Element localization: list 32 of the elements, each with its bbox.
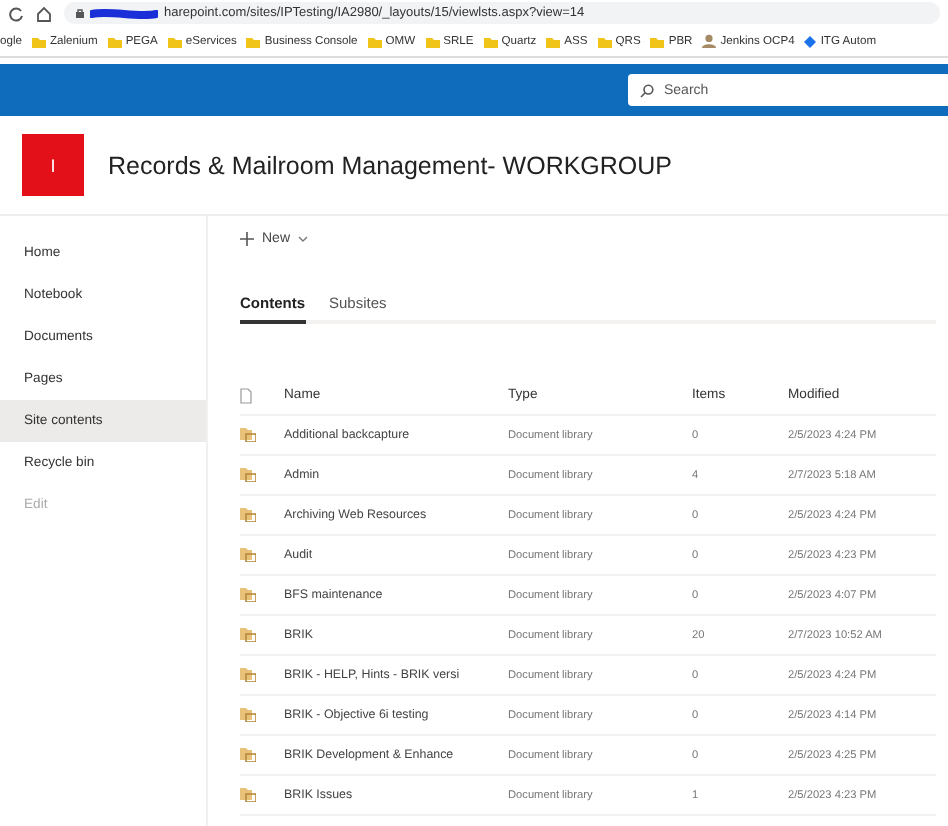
folder-icon xyxy=(546,35,561,47)
caret-icon xyxy=(298,236,309,242)
library-icon xyxy=(240,628,256,642)
library-icon xyxy=(240,748,256,762)
library-icon xyxy=(240,548,256,562)
redaction-scribble xyxy=(90,7,158,19)
library-icon xyxy=(240,788,256,802)
diamond-icon xyxy=(804,35,817,47)
home-icon[interactable] xyxy=(36,5,52,21)
refresh-icon[interactable] xyxy=(8,5,24,21)
folder-icon xyxy=(425,35,440,47)
search-icon xyxy=(640,83,654,97)
folder-icon xyxy=(167,35,182,47)
lock-icon xyxy=(76,8,84,18)
site-title: Records & Mailroom Management- WORKGROUP xyxy=(108,151,673,179)
library-icon xyxy=(240,588,256,602)
folder-icon xyxy=(650,35,665,47)
library-icon xyxy=(240,508,256,522)
library-icon xyxy=(240,668,256,682)
person-icon xyxy=(702,34,717,48)
file-icon xyxy=(240,387,252,403)
site-logo[interactable]: I xyxy=(22,134,84,196)
library-icon xyxy=(240,468,256,482)
folder-icon xyxy=(246,35,261,47)
library-icon xyxy=(240,708,256,722)
folder-icon xyxy=(483,35,498,47)
plus-icon xyxy=(240,232,254,246)
library-icon xyxy=(240,428,256,442)
folder-icon xyxy=(367,35,382,47)
folder-icon xyxy=(597,35,612,47)
folder-icon xyxy=(31,35,46,47)
folder-icon xyxy=(107,35,122,47)
